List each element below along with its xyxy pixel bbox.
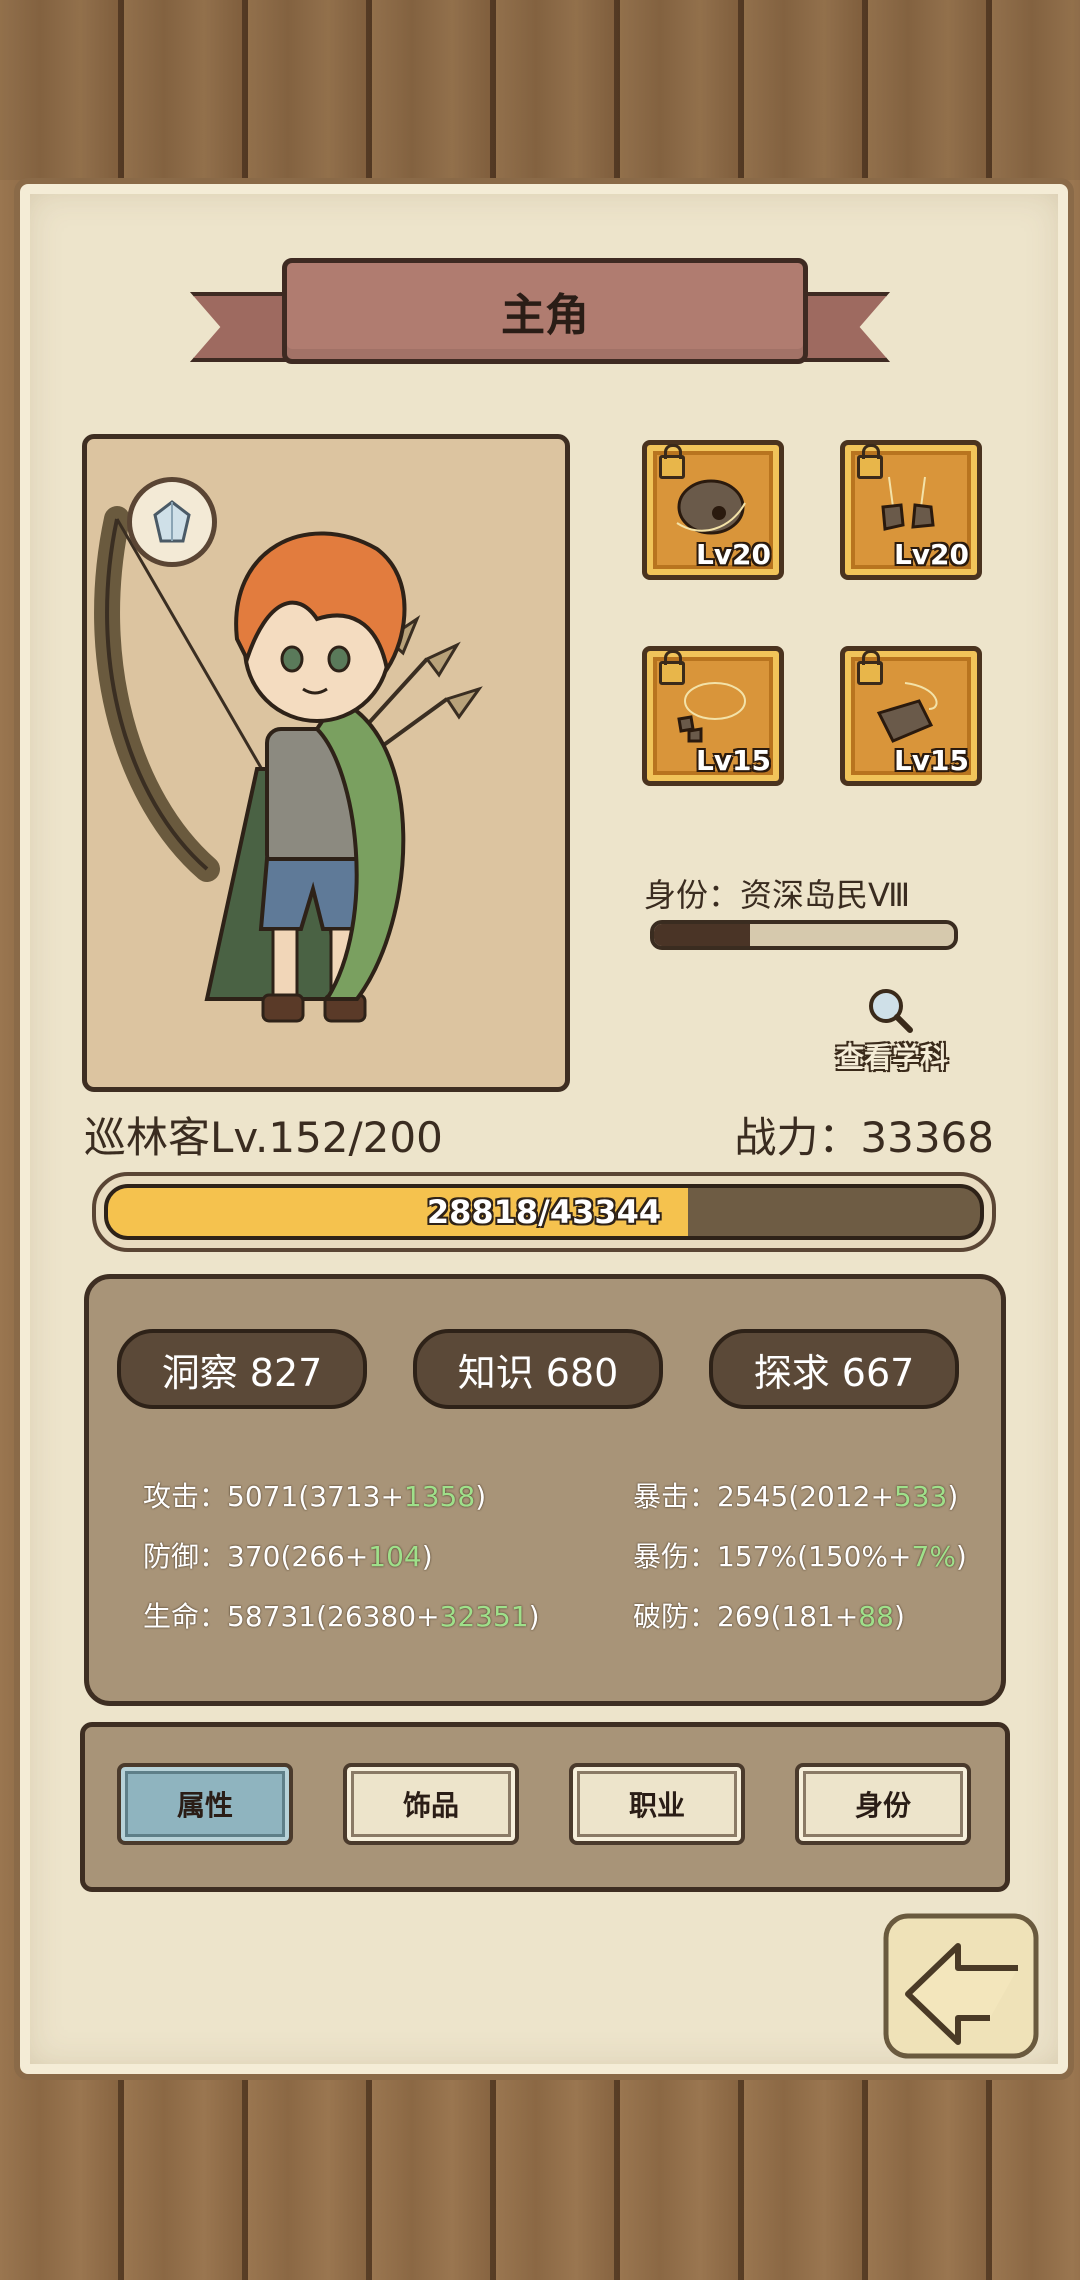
identity-progress-fill (654, 924, 750, 946)
stat-label: 破防： (633, 1600, 718, 1633)
identity-label: 身份：资深岛民Ⅷ (644, 876, 911, 914)
equipment-level: Lv15 (695, 744, 771, 777)
title-banner: 主角 (282, 258, 808, 364)
stat-close: ) (528, 1600, 540, 1633)
stone-earrings-icon (881, 476, 935, 531)
stat-label: 攻击： (143, 1480, 228, 1513)
stat-bonus: 1358 (403, 1480, 476, 1513)
stat-value: 370(266+ (227, 1540, 369, 1573)
stat-label: 防御： (143, 1540, 228, 1573)
combat-power: 战力：33368 (734, 1113, 994, 1162)
knowledge-attribute: 知识 680 (413, 1329, 663, 1409)
stat-bonus: 88 (858, 1600, 894, 1633)
stat-close: ) (947, 1480, 959, 1513)
stat-value: 5071(3713+ (227, 1480, 404, 1513)
equipment-level: Lv20 (893, 538, 969, 571)
gem-badge[interactable] (127, 477, 217, 567)
stat-value: 157%(150%+ (717, 1540, 912, 1573)
magnifier-icon (869, 989, 913, 1033)
curiosity-attribute: 探求 667 (709, 1329, 959, 1409)
equipment-slot-2[interactable]: Lv20 (840, 440, 982, 580)
exp-text: 28818/43344 (426, 1193, 662, 1231)
stat-hp: 生命：58731(26380+32351) (143, 1595, 540, 1635)
stat-value: 58731(26380+ (227, 1600, 440, 1633)
character-portrait[interactable] (82, 434, 570, 1092)
stat-bonus: 533 (893, 1480, 948, 1513)
back-button[interactable] (880, 1910, 1048, 2070)
stat-value: 2545(2012+ (717, 1480, 894, 1513)
stat-bonus: 32351 (439, 1600, 529, 1633)
back-arrow-icon (883, 1913, 1039, 2059)
exp-bar: 28818/43344 (104, 1184, 984, 1240)
view-disciplines-label: 查看学科 (836, 1041, 949, 1074)
equipment-slot-4[interactable]: Lv15 (840, 646, 982, 786)
identity-progress-bar (650, 920, 958, 950)
stat-label: 生命： (143, 1600, 228, 1633)
equipment-level: Lv15 (893, 744, 969, 777)
wood-band (0, 0, 1080, 180)
stat-crit-damage: 暴伤：157%(150%+7%) (633, 1535, 967, 1575)
equipment-slot-3[interactable]: Lv15 (642, 646, 784, 786)
stat-close: ) (955, 1540, 967, 1573)
stone-helmet-icon (676, 479, 746, 535)
equipment-slot-1[interactable]: Lv20 (642, 440, 784, 580)
page-title: 主角 (501, 290, 589, 341)
stat-close: ) (421, 1540, 433, 1573)
stats-panel: 洞察 827 知识 680 探求 667 攻击：5071(3713+1358) … (84, 1274, 1006, 1706)
tab-attributes[interactable]: 属性 (117, 1763, 293, 1845)
insight-attribute: 洞察 827 (117, 1329, 367, 1409)
equipment-level: Lv20 (695, 538, 771, 571)
stat-close: ) (893, 1600, 905, 1633)
tab-accessories[interactable]: 饰品 (343, 1763, 519, 1845)
tab-profession[interactable]: 职业 (569, 1763, 745, 1845)
class-level: 巡林客Lv.152/200 (84, 1113, 443, 1162)
title-ribbon: 主角 (190, 250, 890, 380)
stat-armor-break: 破防：269(181+88) (633, 1595, 905, 1635)
view-disciplines-button[interactable]: 查看学科 (836, 986, 972, 1074)
stone-necklace-icon (677, 682, 746, 743)
stat-label: 暴伤： (633, 1540, 718, 1573)
stat-defense: 防御：370(266+104) (143, 1535, 433, 1575)
stat-close: ) (475, 1480, 487, 1513)
stat-crit: 暴击：2545(2012+533) (633, 1475, 958, 1515)
tab-bar: 属性 饰品 职业 身份 (80, 1722, 1010, 1892)
stat-bonus: 7% (911, 1540, 956, 1573)
stat-value: 269(181+ (717, 1600, 859, 1633)
stat-attack: 攻击：5071(3713+1358) (143, 1475, 486, 1515)
stat-bonus: 104 (368, 1540, 422, 1573)
stat-label: 暴击： (633, 1480, 718, 1513)
stone-gauntlet-icon (876, 682, 938, 743)
crystal-icon (153, 500, 191, 543)
tab-identity[interactable]: 身份 (795, 1763, 971, 1845)
